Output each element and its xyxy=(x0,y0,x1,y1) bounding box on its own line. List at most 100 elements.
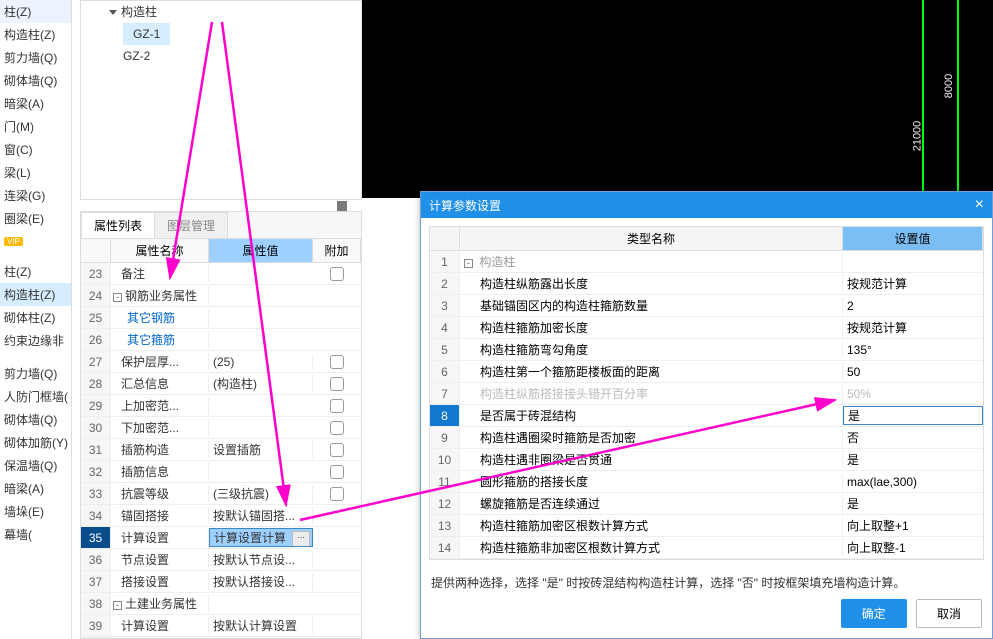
prop-row[interactable]: 38-土建业务属性 xyxy=(81,593,361,615)
prop-value[interactable]: 按默认计算设置 xyxy=(209,617,313,634)
sidebar-item[interactable]: 连梁(G) xyxy=(0,184,71,207)
pin-icon[interactable] xyxy=(337,201,347,211)
param-value[interactable]: 是 xyxy=(843,406,983,425)
checkbox-icon[interactable] xyxy=(330,377,344,391)
close-icon[interactable]: × xyxy=(975,196,984,214)
checkbox-icon[interactable] xyxy=(330,465,344,479)
param-value[interactable]: max(lae,300) xyxy=(843,475,983,489)
sidebar-item[interactable]: 梁(L) xyxy=(0,161,71,184)
dialog-titlebar[interactable]: 计算参数设置 × xyxy=(421,192,992,218)
prop-value[interactable]: 按默认节点设... xyxy=(209,551,313,568)
param-row[interactable]: 10构造柱遇非圈梁是否贯通是 xyxy=(430,449,983,471)
prop-attach[interactable] xyxy=(313,486,361,501)
param-row[interactable]: 13构造柱箍筋加密区根数计算方式向上取整+1 xyxy=(430,515,983,537)
sidebar-item[interactable]: 保温墙(Q) xyxy=(0,454,71,477)
sidebar-item[interactable]: 构造柱(Z) xyxy=(0,283,71,306)
prop-row[interactable]: 27保护层厚...(25) xyxy=(81,351,361,373)
more-button[interactable]: ⋯ xyxy=(292,531,310,547)
param-row[interactable]: 15填充墙构造柱做法上下部均采用植筋 xyxy=(430,559,983,560)
cad-canvas[interactable]: 8000 21000 xyxy=(362,0,993,198)
prop-attach[interactable] xyxy=(313,354,361,369)
prop-body[interactable]: 23备注24-钢筋业务属性25其它钢筋26其它箍筋27保护层厚...(25)28… xyxy=(81,263,361,638)
param-row[interactable]: 14构造柱箍筋非加密区根数计算方式向上取整-1 xyxy=(430,537,983,559)
prop-attach[interactable] xyxy=(313,376,361,391)
prop-attach[interactable] xyxy=(313,398,361,413)
param-row[interactable]: 6构造柱第一个箍筋距楼板面的距离50 xyxy=(430,361,983,383)
param-value[interactable]: 否 xyxy=(843,429,983,446)
prop-row[interactable]: 36节点设置按默认节点设... xyxy=(81,549,361,571)
param-value[interactable]: 按规范计算 xyxy=(843,319,983,336)
sidebar-item[interactable]: 砌体柱(Z) xyxy=(0,306,71,329)
prop-row[interactable]: 37搭接设置按默认搭接设... xyxy=(81,571,361,593)
prop-value[interactable]: 按默认搭接设... xyxy=(209,573,313,590)
prop-row[interactable]: 26其它箍筋 xyxy=(81,329,361,351)
param-row[interactable]: 4构造柱箍筋加密长度按规范计算 xyxy=(430,317,983,339)
dialog-grid[interactable]: 类型名称 设置值 1- 构造柱2构造柱纵筋露出长度按规范计算3基础锚固区内的构造… xyxy=(429,226,984,560)
prop-row[interactable]: 33抗震等级(三级抗震) xyxy=(81,483,361,505)
sidebar-item[interactable]: 人防门框墙( xyxy=(0,385,71,408)
prop-value[interactable]: (构造柱) xyxy=(209,375,313,392)
param-row[interactable]: 7构造柱纵筋搭接接头错开百分率50% xyxy=(430,383,983,405)
checkbox-icon[interactable] xyxy=(330,443,344,457)
sidebar-item[interactable]: 剪力墙(Q) xyxy=(0,362,71,385)
prop-value[interactable]: 计算设置计算⋯ xyxy=(209,528,313,547)
param-value[interactable]: 50 xyxy=(843,365,983,379)
sidebar-item[interactable]: 墙垛(E) xyxy=(0,500,71,523)
param-row[interactable]: 8是否属于砖混结构是 xyxy=(430,405,983,427)
checkbox-icon[interactable] xyxy=(330,355,344,369)
sidebar-item[interactable]: 柱(Z) xyxy=(0,260,71,283)
prop-row[interactable]: 32插筋信息 xyxy=(81,461,361,483)
prop-row[interactable]: 34锚固搭接按默认锚固搭... xyxy=(81,505,361,527)
tab-layer[interactable]: 图层管理 xyxy=(154,212,228,238)
prop-row[interactable]: 35计算设置计算设置计算⋯ xyxy=(81,527,361,549)
param-row[interactable]: 3基础锚固区内的构造柱箍筋数量2 xyxy=(430,295,983,317)
prop-row[interactable]: 23备注 xyxy=(81,263,361,285)
tab-properties[interactable]: 属性列表 xyxy=(81,212,155,238)
param-row[interactable]: 2构造柱纵筋露出长度按规范计算 xyxy=(430,273,983,295)
prop-attach[interactable] xyxy=(313,420,361,435)
param-row[interactable]: 11圆形箍筋的搭接长度max(lae,300) xyxy=(430,471,983,493)
prop-row[interactable]: 25其它钢筋 xyxy=(81,307,361,329)
param-value[interactable]: 向上取整-1 xyxy=(843,539,983,556)
prop-attach[interactable] xyxy=(313,442,361,457)
sidebar-item[interactable]: 柱(Z) xyxy=(0,0,71,23)
param-row[interactable]: 5构造柱箍筋弯勾角度135° xyxy=(430,339,983,361)
prop-row[interactable]: 24-钢筋业务属性 xyxy=(81,285,361,307)
checkbox-icon[interactable] xyxy=(330,399,344,413)
sidebar-item[interactable]: 幕墙( xyxy=(0,523,71,546)
prop-row[interactable]: 39计算设置按默认计算设置 xyxy=(81,615,361,637)
sidebar-item[interactable]: 暗梁(A) xyxy=(0,477,71,500)
prop-row[interactable]: 40计算规则按默认计算规... xyxy=(81,637,361,638)
prop-row[interactable]: 29上加密范... xyxy=(81,395,361,417)
prop-value[interactable]: (25) xyxy=(209,355,313,369)
prop-value[interactable]: 按默认锚固搭... xyxy=(209,507,313,524)
prop-row[interactable]: 30下加密范... xyxy=(81,417,361,439)
prop-value[interactable]: 设置插筋 xyxy=(209,441,313,458)
param-row[interactable]: 1- 构造柱 xyxy=(430,251,983,273)
sidebar-item[interactable]: 暗梁(A) xyxy=(0,92,71,115)
param-value[interactable]: 135° xyxy=(843,343,983,357)
sidebar-item[interactable]: 砌体加筋(Y) xyxy=(0,431,71,454)
tree-child[interactable]: GZ-1 xyxy=(81,23,361,45)
prop-value[interactable]: (三级抗震) xyxy=(209,485,313,502)
sidebar-item[interactable]: 构造柱(Z) xyxy=(0,23,71,46)
sidebar-item[interactable]: 门(M) xyxy=(0,115,71,138)
prop-row[interactable]: 31插筋构造设置插筋 xyxy=(81,439,361,461)
param-row[interactable]: 12螺旋箍筋是否连续通过是 xyxy=(430,493,983,515)
param-value[interactable]: 是 xyxy=(843,451,983,468)
checkbox-icon[interactable] xyxy=(330,421,344,435)
checkbox-icon[interactable] xyxy=(330,267,344,281)
sidebar-item[interactable]: 约束边缘非 xyxy=(0,329,71,352)
param-value[interactable]: 向上取整+1 xyxy=(843,517,983,534)
param-row[interactable]: 9构造柱遇圈梁时箍筋是否加密否 xyxy=(430,427,983,449)
ok-button[interactable]: 确定 xyxy=(841,599,907,628)
prop-attach[interactable] xyxy=(313,464,361,479)
sidebar-item[interactable]: 砌体墙(Q) xyxy=(0,69,71,92)
param-value[interactable]: 50% xyxy=(843,387,983,401)
checkbox-icon[interactable] xyxy=(330,487,344,501)
prop-attach[interactable] xyxy=(313,266,361,281)
param-value[interactable]: 2 xyxy=(843,299,983,313)
tree-child[interactable]: GZ-2 xyxy=(81,45,361,67)
sidebar-item[interactable]: 圈梁(E) xyxy=(0,207,71,230)
param-value[interactable]: 按规范计算 xyxy=(843,275,983,292)
